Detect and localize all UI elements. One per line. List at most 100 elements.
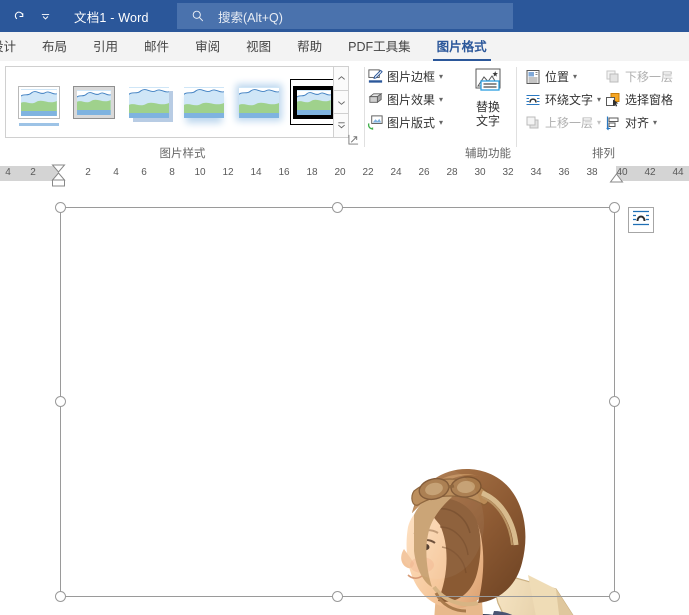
- selection-pane-label: 选择窗格: [625, 93, 674, 107]
- search-box[interactable]: 搜索(Alt+Q): [177, 3, 513, 29]
- tab-picture-format[interactable]: 图片格式: [424, 33, 500, 61]
- ruler-tick: 24: [390, 167, 402, 178]
- gallery-scroll-up-button[interactable]: [333, 66, 349, 90]
- ruler-tick: 34: [530, 167, 542, 178]
- position-label: 位置: [545, 70, 570, 84]
- picture-layout-button[interactable]: 图片版式 ▾: [366, 111, 458, 134]
- picture-styles-gallery[interactable]: [5, 66, 343, 138]
- document-canvas[interactable]: [0, 188, 689, 615]
- ruler-tick: 28: [446, 167, 458, 178]
- resize-handle-bottom-right[interactable]: [609, 591, 620, 602]
- wrap-text-icon: [524, 91, 542, 109]
- document-title: 文档1 - Word: [74, 10, 149, 25]
- ruler-tick: 2: [30, 167, 36, 178]
- pen-border-icon: [366, 68, 384, 86]
- chevron-down-icon[interactable]: ▾: [653, 118, 657, 127]
- redo-icon[interactable]: [6, 3, 32, 29]
- ruler-tick: 30: [474, 167, 486, 178]
- tab-references[interactable]: 引用: [80, 33, 131, 61]
- chevron-down-icon[interactable]: ▾: [439, 95, 443, 104]
- right-indent-marker[interactable]: [609, 173, 624, 188]
- resize-handle-top-right[interactable]: [609, 202, 620, 213]
- gallery-more-button[interactable]: [333, 113, 349, 139]
- chevron-down-icon[interactable]: [32, 3, 58, 29]
- search-input-placeholder: 搜索(Alt+Q): [218, 10, 283, 25]
- picture-border-button[interactable]: 图片边框 ▾: [366, 65, 458, 88]
- picture-effects-button[interactable]: 图片效果 ▾: [366, 88, 458, 111]
- ruler-tick: 42: [644, 167, 656, 178]
- alt-text-label-line2: 文字: [475, 114, 500, 128]
- chevron-down-icon[interactable]: ▾: [439, 118, 443, 127]
- picture-styles-dialog-launcher[interactable]: [348, 132, 360, 145]
- search-icon: [191, 9, 205, 23]
- picture-style-thumbnail[interactable]: [180, 79, 228, 125]
- word-window: 文档1 - Word 搜索(Alt+Q) 设计 布局 引用 邮件 审阅 视图 帮…: [0, 0, 689, 615]
- selection-pane-icon: [604, 91, 622, 109]
- alt-text-button[interactable]: 替换 文字: [463, 65, 513, 128]
- wrap-text-button[interactable]: 环绕文字 ▾: [524, 88, 602, 111]
- group-label-accessibility: 辅助功能: [465, 148, 511, 160]
- gallery-scrollbar[interactable]: [333, 66, 349, 139]
- resize-handle-middle-left[interactable]: [55, 396, 66, 407]
- alt-text-icon: [470, 67, 506, 97]
- tab-help[interactable]: 帮助: [284, 33, 335, 61]
- ruler-tick: 36: [558, 167, 570, 178]
- send-backward-icon: [604, 68, 622, 86]
- ruler-tick: 8: [169, 167, 175, 178]
- picture-effects-label: 图片效果: [387, 93, 436, 107]
- wrap-text-label: 环绕文字: [545, 93, 594, 107]
- picture-style-thumbnail[interactable]: [125, 79, 173, 125]
- layout-options-button[interactable]: [628, 207, 654, 233]
- selection-pane-button[interactable]: 选择窗格: [604, 88, 688, 111]
- picture-selection-box[interactable]: [55, 202, 620, 602]
- ribbon: 图片边框 ▾ 图片效果 ▾ 图片版式 ▾ 图片样式 替换 文字 辅助功能 位置 …: [0, 61, 689, 165]
- horizontal-ruler[interactable]: 4 2 2 4 6 8 10 12 14 16 18 20 22 24 26 2…: [0, 164, 689, 188]
- picture-style-thumbnail[interactable]: [70, 79, 118, 125]
- smartart-layout-icon: [366, 114, 384, 132]
- resize-handle-bottom-left[interactable]: [55, 591, 66, 602]
- ruler-tick: 10: [194, 167, 206, 178]
- tab-layout[interactable]: 布局: [29, 33, 80, 61]
- ruler-tick: 2: [85, 167, 91, 178]
- ruler-tick: 38: [586, 167, 598, 178]
- chevron-down-icon[interactable]: ▾: [439, 72, 443, 81]
- ruler-tick: 14: [250, 167, 262, 178]
- picture-style-thumbnail[interactable]: [235, 79, 283, 125]
- bring-forward-icon: [524, 114, 542, 132]
- left-indent-marker[interactable]: [51, 164, 66, 188]
- ruler-tick: 4: [113, 167, 119, 178]
- tab-mailings[interactable]: 邮件: [131, 33, 182, 61]
- bevel-effects-icon: [366, 91, 384, 109]
- ribbon-tab-strip: 设计 布局 引用 邮件 审阅 视图 帮助 PDF工具集 图片格式: [0, 32, 689, 61]
- group-divider: [516, 67, 517, 147]
- gallery-scroll-down-button[interactable]: [333, 89, 349, 114]
- ribbon-group-accessibility: 替换 文字 辅助功能: [459, 61, 517, 164]
- align-button[interactable]: 对齐 ▾: [604, 111, 688, 134]
- picture-layout-label: 图片版式: [387, 116, 436, 130]
- tab-view[interactable]: 视图: [233, 33, 284, 61]
- tab-pdf-toolkit[interactable]: PDF工具集: [335, 33, 424, 61]
- picture-border-label: 图片边框: [387, 70, 436, 84]
- group-label-arrange: 排列: [592, 148, 615, 160]
- alt-text-label-line1: 替换: [475, 100, 500, 114]
- chevron-down-icon[interactable]: ▾: [597, 95, 601, 104]
- align-icon: [604, 114, 622, 132]
- ruler-tick: 22: [362, 167, 374, 178]
- align-label: 对齐: [625, 116, 650, 130]
- position-button[interactable]: 位置 ▾: [524, 65, 602, 88]
- resize-handle-top-left[interactable]: [55, 202, 66, 213]
- picture-style-thumbnail-selected[interactable]: [290, 79, 338, 125]
- ruler-tick: 32: [502, 167, 514, 178]
- ruler-tick: 4: [5, 167, 11, 178]
- tab-design[interactable]: 设计: [0, 33, 29, 61]
- ribbon-group-picture-styles: 图片边框 ▾ 图片效果 ▾ 图片版式 ▾ 图片样式: [0, 61, 443, 164]
- position-icon: [524, 68, 542, 86]
- ruler-tick: 6: [141, 167, 147, 178]
- chevron-down-icon[interactable]: ▾: [573, 72, 577, 81]
- resize-handle-middle-right[interactable]: [609, 396, 620, 407]
- ruler-tick: 44: [672, 167, 684, 178]
- resize-handle-bottom-center[interactable]: [331, 591, 343, 602]
- tab-review[interactable]: 审阅: [182, 33, 233, 61]
- picture-style-thumbnail[interactable]: [15, 79, 63, 126]
- resize-handle-top-center[interactable]: [331, 202, 343, 213]
